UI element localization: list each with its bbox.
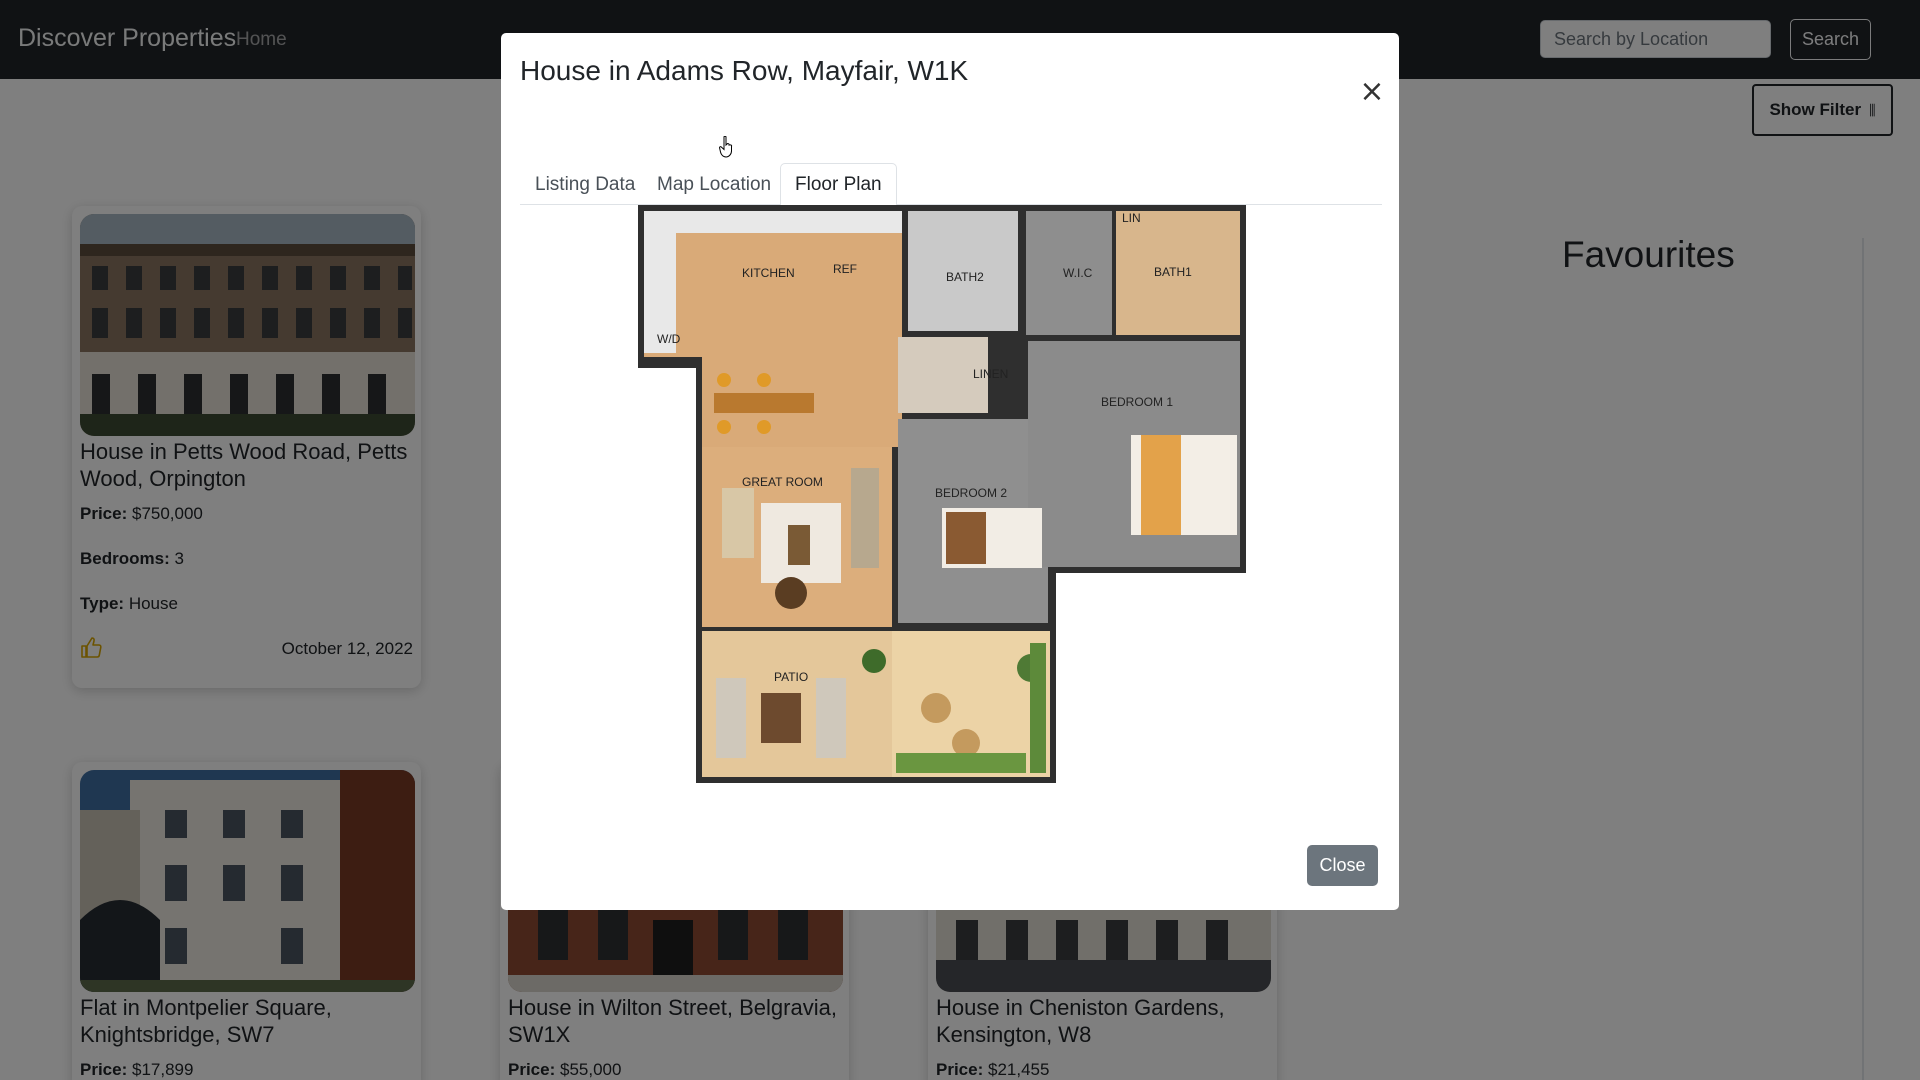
floor-plan-label: LINEN	[973, 367, 1008, 381]
tab-listing-data[interactable]: Listing Data	[520, 163, 650, 206]
floor-plan-label: KITCHEN	[742, 266, 795, 280]
floor-plan-label: BEDROOM 2	[935, 486, 1007, 500]
floor-plan-label: LIN	[1122, 211, 1141, 225]
floor-plan-image: KITCHEN REF BATH2 W.I.C LIN BATH1 W/D LI…	[638, 205, 1246, 783]
close-icon[interactable]: ×	[1357, 77, 1387, 107]
floor-plan-label: REF	[833, 262, 857, 276]
floor-plan-label: GREAT ROOM	[742, 475, 823, 489]
tab-floor-plan[interactable]: Floor Plan	[780, 163, 897, 206]
tab-map-location[interactable]: Map Location	[642, 163, 786, 206]
mouse-cursor-icon	[719, 136, 733, 158]
close-button[interactable]: Close	[1307, 845, 1378, 886]
floor-plan-label: W.I.C	[1063, 266, 1093, 280]
floor-plan-label: BEDROOM 1	[1101, 395, 1173, 409]
floor-plan-label: BATH1	[1154, 265, 1192, 279]
floor-plan-label: W/D	[657, 332, 681, 346]
floor-plan-label: PATIO	[774, 670, 808, 684]
modal-tabs: Listing Data Map Location Floor Plan	[520, 128, 1382, 206]
modal-title: House in Adams Row, Mayfair, W1K	[520, 55, 969, 86]
floor-plan-label: BATH2	[946, 270, 984, 284]
